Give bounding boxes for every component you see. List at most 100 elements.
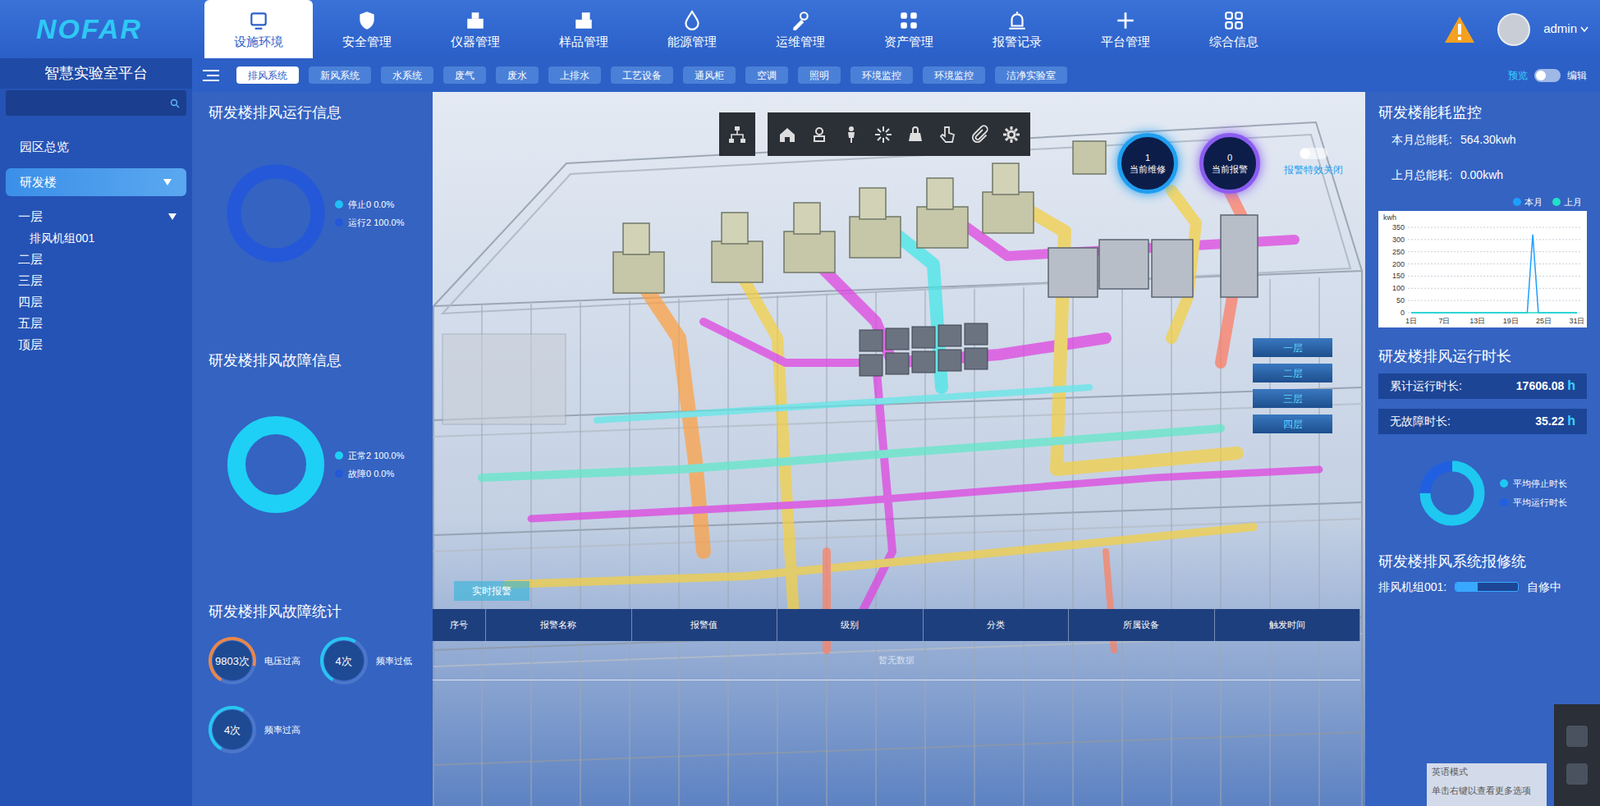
nav-tab[interactable]: 资产管理 xyxy=(854,0,963,59)
menu-icon[interactable] xyxy=(201,68,221,83)
warning-icon[interactable] xyxy=(1443,14,1477,45)
system-chip[interactable]: 照明 xyxy=(797,66,841,84)
system-chip[interactable]: 环境监控 xyxy=(922,66,986,84)
system-chip[interactable]: 上排水 xyxy=(548,66,601,84)
mode-toggle[interactable] xyxy=(1534,68,1561,83)
chip-label[interactable]: 排风系统 xyxy=(247,68,288,83)
sidebar-item[interactable]: 研发楼 xyxy=(5,168,187,197)
sidebar-item[interactable]: 顶层 xyxy=(0,334,193,356)
y-tick: 50 xyxy=(1396,296,1405,305)
run-donut xyxy=(226,164,326,263)
edit-label[interactable]: 编辑 xyxy=(1567,68,1587,83)
floor-button[interactable]: 三层 xyxy=(1252,389,1333,409)
preview-label[interactable]: 预览 xyxy=(1508,68,1528,83)
sidebar-item[interactable]: 园区总览 xyxy=(0,132,193,162)
tool-icon[interactable] xyxy=(841,124,862,145)
floor-label[interactable]: 二层 xyxy=(1283,366,1303,381)
chip-label[interactable]: 废气 xyxy=(454,68,475,83)
sidebar-item[interactable]: 排风机组001 xyxy=(0,227,193,249)
nav-tab[interactable]: 报警记录 xyxy=(962,0,1072,59)
counter-value: 1 xyxy=(1145,151,1151,164)
sidebar-item[interactable]: 三层 xyxy=(0,270,193,292)
tool-icon[interactable] xyxy=(873,124,894,145)
dock-icon[interactable] xyxy=(1566,763,1588,785)
alarm-effect-toggle[interactable] xyxy=(1299,147,1328,160)
sidebar-item-label[interactable]: 园区总览 xyxy=(19,137,69,157)
tool-icon[interactable] xyxy=(777,124,798,145)
dock-icon[interactable] xyxy=(1566,725,1588,748)
system-chip[interactable]: 环境监控 xyxy=(850,66,913,84)
alarm-tab-label[interactable]: 实时报警 xyxy=(472,583,512,599)
tool-icon[interactable] xyxy=(969,124,990,145)
sidebar-item-label[interactable]: 五层 xyxy=(18,314,43,334)
floor-label[interactable]: 三层 xyxy=(1283,391,1303,407)
scene-view[interactable]: 1当前维修0当前报警报警特效关闭一层二层三层四层实时报警序号报警名称报警值级别分… xyxy=(432,91,1366,806)
chip-label[interactable]: 洁净实验室 xyxy=(1006,68,1056,83)
sidebar-item[interactable]: 四层 xyxy=(0,291,193,313)
tool-icon[interactable] xyxy=(937,124,958,145)
sidebar-item[interactable]: 二层 xyxy=(0,248,193,271)
sidebar-item-label[interactable]: 一层 xyxy=(18,207,43,227)
sidebar-item[interactable]: 五层 xyxy=(0,312,193,335)
system-chip[interactable]: 洁净实验室 xyxy=(994,66,1068,84)
counter-badge[interactable]: 1当前维修 xyxy=(1117,132,1179,194)
system-chip[interactable]: 新风系统 xyxy=(308,66,372,84)
floor-button[interactable]: 二层 xyxy=(1252,363,1333,383)
counter-badge[interactable]: 0当前报警 xyxy=(1199,132,1261,194)
floor-button[interactable]: 四层 xyxy=(1252,414,1333,434)
chart-legend-item[interactable]: 本月 xyxy=(1512,195,1543,210)
sidebar-search[interactable] xyxy=(5,90,187,116)
tree-button[interactable] xyxy=(719,112,756,156)
column-label: 分类 xyxy=(986,618,1005,633)
nav-tab[interactable]: 样品管理 xyxy=(529,0,638,59)
chip-label[interactable]: 环境监控 xyxy=(934,68,974,83)
tool-icon[interactable] xyxy=(905,124,926,145)
sidebar-item-label[interactable]: 顶层 xyxy=(18,335,43,355)
sidebar-item[interactable]: 一层 xyxy=(0,206,193,228)
column-label: 报警值 xyxy=(690,618,718,633)
user-name[interactable]: admin xyxy=(1543,19,1578,39)
nav-tab[interactable]: 综合信息 xyxy=(1179,0,1289,59)
chip-label[interactable]: 新风系统 xyxy=(320,68,360,83)
chip-label[interactable]: 废水 xyxy=(507,68,528,83)
expand-arrow-icon[interactable] xyxy=(167,212,178,221)
chip-label[interactable]: 水系统 xyxy=(392,68,422,83)
avatar-icon[interactable] xyxy=(1497,13,1531,46)
chip-label[interactable]: 上排水 xyxy=(559,68,590,83)
chip-label[interactable]: 通风柜 xyxy=(694,68,725,83)
alarm-tab[interactable]: 实时报警 xyxy=(453,581,530,601)
nav-tab[interactable]: 安全管理 xyxy=(312,0,422,59)
nav-tab[interactable]: 能源管理 xyxy=(637,0,747,59)
system-chip[interactable]: 废气 xyxy=(443,66,486,84)
nav-tab[interactable]: 平台管理 xyxy=(1071,0,1180,59)
sidebar-item-label[interactable]: 排风机组001 xyxy=(29,229,95,248)
system-chip[interactable]: 排风系统 xyxy=(236,66,299,84)
chip-label[interactable]: 空调 xyxy=(756,68,777,83)
tool-icon[interactable] xyxy=(1001,124,1022,145)
mode-switch[interactable]: 预览 编辑 xyxy=(1508,68,1591,83)
expand-arrow-icon[interactable] xyxy=(162,178,173,187)
system-chip[interactable]: 通风柜 xyxy=(683,66,736,84)
system-chip[interactable]: 水系统 xyxy=(380,66,434,84)
sidebar-item-label[interactable]: 四层 xyxy=(18,293,43,312)
floor-button[interactable]: 一层 xyxy=(1252,338,1333,358)
floor-label[interactable]: 一层 xyxy=(1283,340,1303,356)
floor-label[interactable]: 四层 xyxy=(1283,417,1303,432)
sidebar-item-label[interactable]: 二层 xyxy=(18,250,43,270)
user-menu[interactable]: admin xyxy=(1543,19,1589,39)
building-3d-icon xyxy=(432,91,1366,806)
system-chip[interactable]: 空调 xyxy=(745,66,789,84)
chip-label[interactable]: 环境监控 xyxy=(861,68,902,83)
system-chip[interactable]: 废水 xyxy=(495,66,539,84)
tool-icon[interactable] xyxy=(809,124,830,145)
nav-tab[interactable]: 仪器管理 xyxy=(421,0,530,59)
nav-tab[interactable]: 运维管理 xyxy=(746,0,855,59)
chip-label[interactable]: 照明 xyxy=(809,68,830,83)
nav-tab[interactable]: 设施环境 xyxy=(204,0,313,59)
system-chip[interactable]: 工艺设备 xyxy=(610,66,674,84)
sidebar-item-label[interactable]: 研发楼 xyxy=(19,173,57,193)
sidebar-item-label[interactable]: 三层 xyxy=(18,271,43,291)
chart-legend-item[interactable]: 上月 xyxy=(1552,195,1582,210)
chip-label[interactable]: 工艺设备 xyxy=(622,68,662,83)
alarm-effect-switch[interactable]: 报警特效关闭 xyxy=(1278,147,1349,178)
